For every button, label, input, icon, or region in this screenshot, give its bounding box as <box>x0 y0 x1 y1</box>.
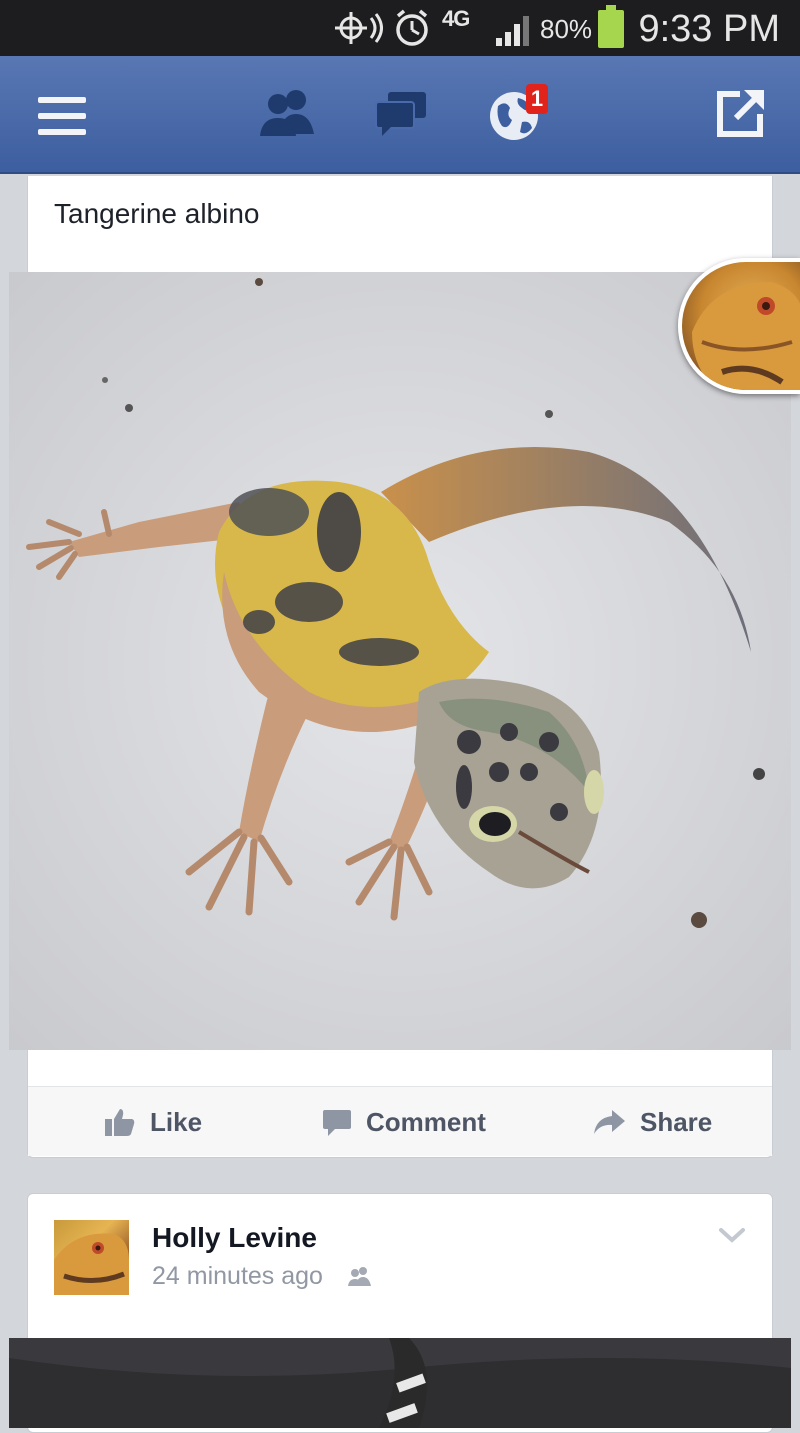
comment-button[interactable]: Comment <box>322 1087 486 1157</box>
author-avatar[interactable] <box>54 1220 129 1295</box>
thumbs-up-icon <box>105 1109 135 1136</box>
post-photo[interactable] <box>9 1338 791 1428</box>
bearded-dragon-avatar-image <box>692 282 800 390</box>
messages-icon[interactable] <box>374 90 428 138</box>
like-label: Like <box>150 1106 203 1137</box>
signal-strength-icon <box>496 16 529 46</box>
status-bar: 4G 80% 9:33 PM <box>0 0 800 56</box>
post-actions-bar: Like Comment Share <box>28 1086 772 1156</box>
like-button[interactable]: Like <box>104 1087 202 1157</box>
bearded-dragon-thumbnail <box>54 1233 129 1295</box>
notification-badge: 1 <box>526 84 548 114</box>
post-photo[interactable] <box>9 272 791 1050</box>
menu-icon[interactable] <box>38 97 86 135</box>
app-navbar: 1 <box>0 56 800 174</box>
friends-icon[interactable] <box>258 86 318 138</box>
network-type-label: 4G <box>442 6 470 31</box>
post-text: Tangerine albino <box>54 198 260 229</box>
share-button[interactable]: Share <box>592 1087 712 1157</box>
gecko-photo-partial <box>9 1338 791 1428</box>
share-arrow-icon <box>594 1110 625 1134</box>
author-name[interactable]: Holly Levine <box>152 1222 317 1254</box>
gps-icon <box>335 12 383 44</box>
battery-percent: 80% <box>540 14 593 44</box>
battery-icon <box>598 5 624 48</box>
share-label: Share <box>640 1106 713 1137</box>
clock: 9:33 PM <box>638 8 780 50</box>
comment-label: Comment <box>366 1106 486 1137</box>
share-out-icon[interactable] <box>714 86 768 140</box>
leopard-gecko-image <box>9 272 791 1050</box>
chevron-down-icon[interactable] <box>718 1226 746 1246</box>
post-timestamp[interactable]: 24 minutes ago <box>152 1262 323 1291</box>
alarm-icon <box>396 9 428 46</box>
comment-icon <box>323 1110 351 1136</box>
friends-audience-icon <box>348 1267 371 1286</box>
